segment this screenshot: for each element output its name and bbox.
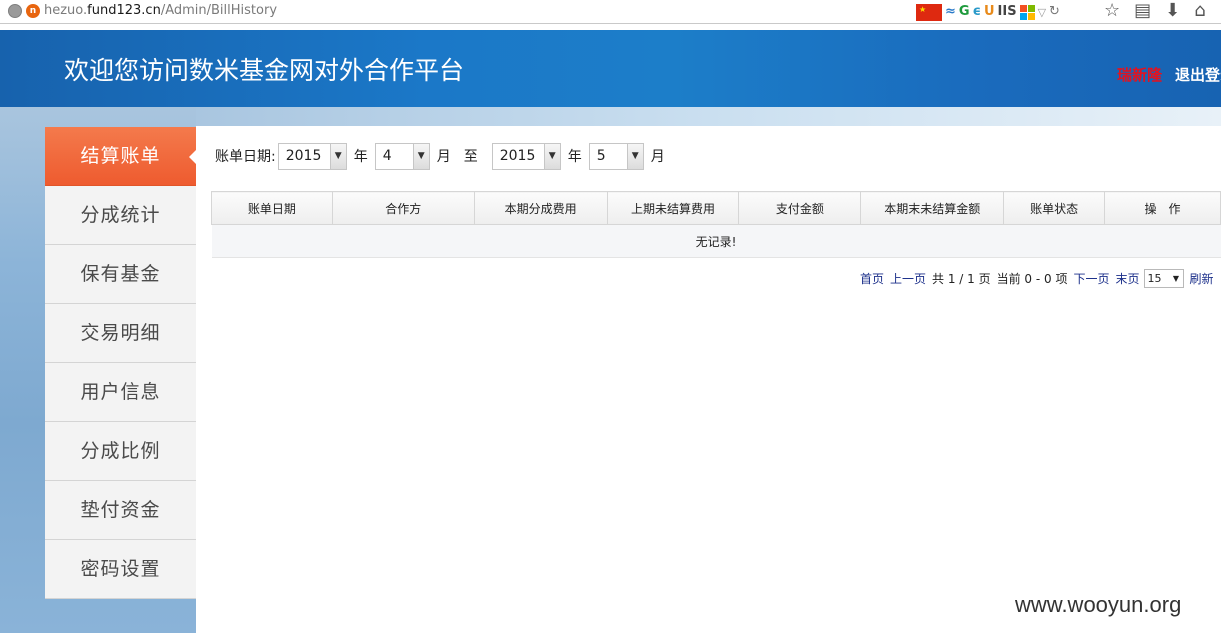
site-favicon-icon: n (26, 4, 40, 18)
sidebar-nav: 结算账单 分成统计 保有基金 交易明细 用户信息 分成比例 垫付资金 密码设置 (45, 127, 197, 599)
chevron-down-icon: ▼ (1172, 273, 1180, 283)
next-page-link[interactable]: 下一页 (1073, 270, 1109, 287)
watermark: www.wooyun.org (1015, 592, 1182, 617)
to-label: 至 (463, 149, 478, 165)
home-icon[interactable]: ⌂ (1194, 1, 1205, 21)
from-month-select[interactable]: 4 ▼ (374, 142, 430, 170)
main-content: 账单日期: 2015 ▼ 年 4 ▼ 月 至 2015 ▼ 年 5 ▼ 月 账单… (196, 126, 1221, 633)
column-header-previous-unsettled: 上期未结算费用 (606, 191, 740, 225)
item-range-text: 当前 0 - 0 项 (996, 271, 1068, 286)
dropdown-arrow-icon[interactable]: ▽ (1038, 6, 1046, 19)
to-year-select[interactable]: 2015 ▼ (491, 142, 561, 170)
year-unit-label: 年 (353, 149, 368, 165)
g-extension-icon[interactable]: G (959, 3, 970, 21)
sidebar-item-password-settings[interactable]: 密码设置 (45, 540, 196, 599)
bill-date-label: 账单日期: (215, 149, 276, 165)
sidebar-item-transaction-details[interactable]: 交易明细 (45, 304, 196, 363)
year-unit-label: 年 (567, 149, 582, 165)
column-header-paid-amount: 支付金额 (738, 191, 862, 225)
page-title: 欢迎您访问数米基金网对外合作平台 (64, 56, 465, 85)
chevron-down-icon: ▼ (412, 143, 429, 169)
bookmark-star-icon[interactable]: ☆ (1104, 1, 1120, 21)
download-arrow-icon[interactable]: ⬇ (1165, 1, 1180, 21)
table-row: 无记录! (211, 224, 1221, 258)
iis-extension-icon[interactable]: IIS (998, 3, 1017, 21)
wave-extension-icon[interactable]: ≈ (945, 3, 956, 21)
sidebar-item-commission-ratio[interactable]: 分成比例 (45, 422, 196, 481)
column-header-bill-date: 账单日期 (211, 191, 333, 225)
from-year-select[interactable]: 2015 ▼ (277, 142, 347, 170)
column-header-actions: 操 作 (1104, 191, 1221, 225)
chevron-down-icon: ▼ (329, 143, 346, 169)
last-page-link[interactable]: 末页 (1115, 270, 1139, 287)
extension-icons: ≈ G ϵ U IIS ▽ ↻ (916, 2, 1060, 22)
logout-link[interactable]: 退出登录 (1175, 66, 1221, 84)
chevron-down-icon: ▼ (626, 143, 643, 169)
url-field[interactable]: hezuo.fund123.cn/Admin/BillHistory (44, 3, 277, 19)
table-header-row: 账单日期 合作方 本期分成费用 上期未结算费用 支付金额 本期末未结算金额 账单… (211, 191, 1221, 225)
month-unit-label: 月 (650, 149, 665, 165)
prev-page-link[interactable]: 上一页 (890, 270, 926, 287)
c-extension-icon[interactable]: ϵ (973, 3, 981, 21)
column-header-bill-status: 账单状态 (1003, 191, 1106, 225)
sidebar-item-commission-stats[interactable]: 分成统计 (45, 186, 196, 245)
reload-icon[interactable]: ↻ (1049, 3, 1060, 21)
reading-list-icon[interactable]: ▤ (1134, 1, 1151, 21)
sidebar-item-user-info[interactable]: 用户信息 (45, 363, 196, 422)
windows-logo-icon[interactable] (1019, 4, 1035, 20)
empty-state-message: 无记录! (211, 224, 1221, 258)
first-page-link[interactable]: 首页 (860, 270, 884, 287)
sidebar-item-advance-funds[interactable]: 垫付资金 (45, 481, 196, 540)
content-top-strip (196, 107, 1221, 126)
browser-address-bar: n hezuo.fund123.cn/Admin/BillHistory ≈ G… (0, 0, 1221, 24)
page-header: 欢迎您访问数米基金网对外合作平台 瑞新隆 退出登录 (0, 30, 1221, 107)
column-header-partner: 合作方 (331, 191, 475, 225)
refresh-link[interactable]: 刷新 (1190, 270, 1214, 287)
sidebar-item-settlement-bill[interactable]: 结算账单 (45, 127, 197, 186)
u-extension-icon[interactable]: U (984, 3, 995, 21)
column-header-end-unsettled: 本期末未结算金额 (860, 191, 1005, 225)
china-flag-icon[interactable] (916, 3, 942, 21)
bill-date-filter: 账单日期: 2015 ▼ 年 4 ▼ 月 至 2015 ▼ 年 5 ▼ 月 (215, 142, 672, 170)
chevron-down-icon: ▼ (543, 143, 560, 169)
bill-history-table: 账单日期 合作方 本期分成费用 上期未结算费用 支付金额 本期末未结算金额 账单… (211, 191, 1221, 258)
to-month-select[interactable]: 5 ▼ (588, 142, 644, 170)
column-header-current-commission: 本期分成费用 (473, 191, 608, 225)
browser-toolbar: ☆ ▤ ⬇ ⌂ (1104, 1, 1206, 21)
pagination: 首页 上一页 共 1 / 1 页 当前 0 - 0 项 下一页 末页 15 ▼ … (860, 268, 1214, 288)
page-size-select[interactable]: 15 ▼ (1143, 268, 1184, 288)
month-unit-label: 月 (436, 149, 451, 165)
globe-icon (8, 4, 22, 18)
username-label: 瑞新隆 (1117, 66, 1163, 84)
sidebar-item-held-funds[interactable]: 保有基金 (45, 245, 196, 304)
page-count-text: 共 1 / 1 页 (932, 271, 991, 286)
